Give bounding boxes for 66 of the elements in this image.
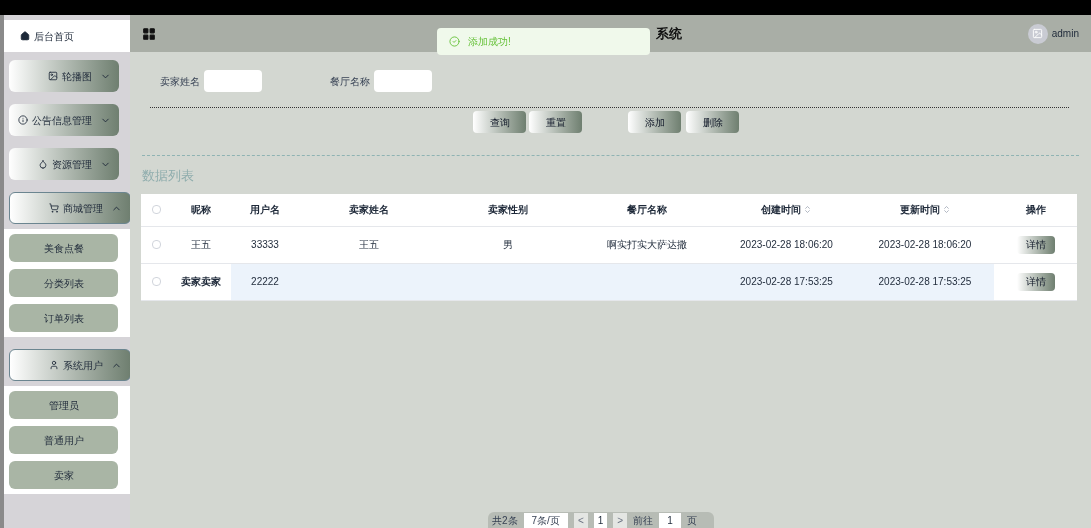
table-cell-text: 2023-02-28 18:06:20 <box>739 238 834 252</box>
action-button[interactable]: 添加 <box>628 111 681 133</box>
avatar-icon[interactable] <box>1027 23 1048 44</box>
search-button[interactable]: 查询 <box>473 111 526 133</box>
table-cell-text: 王五 <box>357 238 380 252</box>
submenu-item[interactable]: 订单列表 <box>9 304 118 332</box>
next-page-button[interactable]: > <box>613 512 628 528</box>
image-icon <box>48 71 58 81</box>
column-header[interactable]: 更新时间 <box>899 202 940 217</box>
sort-icon[interactable] <box>941 205 951 214</box>
column-header[interactable]: 创建时间 <box>761 202 801 217</box>
submenu-item[interactable]: 美食点餐 <box>9 234 118 262</box>
page-title: 系统 <box>656 24 682 43</box>
field-label: 卖家姓名 <box>160 74 200 89</box>
search-button[interactable]: 重置 <box>529 111 582 133</box>
total-count: 共2条 <box>492 513 518 528</box>
goto-field[interactable]: 1 <box>659 512 681 528</box>
detail-button[interactable]: 详情 <box>1016 235 1055 254</box>
menu-group[interactable]: 公告信息管理 <box>9 104 119 136</box>
detail-button[interactable]: 详情 <box>1016 272 1055 291</box>
prev-page-button[interactable]: < <box>573 512 588 528</box>
droplet-icon <box>38 159 48 169</box>
select-all-checkbox[interactable] <box>151 205 161 214</box>
field-label: 餐厅名称 <box>330 74 370 89</box>
table-cell-text: 啊实打实大萨达撒 <box>606 238 688 252</box>
success-icon <box>449 36 460 47</box>
search-field[interactable] <box>374 70 432 92</box>
table-cell-text: 男 <box>501 238 514 252</box>
section-title: 数据列表 <box>142 167 195 185</box>
table-cell-text: 33333 <box>250 238 280 252</box>
table-cell: 2023-02-28 17:53:25 <box>856 263 994 300</box>
grid-menu-icon[interactable] <box>142 26 156 41</box>
submenu-item[interactable]: 卖家 <box>9 461 118 489</box>
home-icon <box>20 31 30 41</box>
page-number[interactable]: 1 <box>593 512 608 528</box>
column-header: 卖家姓名 <box>348 203 389 217</box>
person-icon <box>49 360 59 370</box>
submenu-item[interactable]: 管理员 <box>9 391 118 419</box>
column-header: 用户名 <box>250 203 280 217</box>
user-name: admin <box>1051 27 1079 41</box>
goto-label: 前往 <box>633 513 654 528</box>
menu-group[interactable]: 轮播图 <box>9 60 119 92</box>
column-header: 卖家性别 <box>487 203 528 217</box>
page-size-select[interactable]: 7条/页 <box>523 512 568 528</box>
sort-icon[interactable] <box>803 205 812 214</box>
page-unit: 页 <box>686 513 697 528</box>
row-checkbox[interactable] <box>151 240 161 249</box>
table-cell: 2023-02-28 17:53:25 <box>717 263 856 300</box>
column-header: 餐厅名称 <box>627 203 667 217</box>
table-cell-text: 2023-02-28 18:06:20 <box>877 238 973 252</box>
column-header: 昵称 <box>191 203 211 217</box>
toast-message: 添加成功! <box>468 35 511 49</box>
submenu-item[interactable]: 普通用户 <box>9 426 118 454</box>
search-field[interactable] <box>204 70 262 92</box>
menu-group[interactable]: 商城管理 <box>9 192 131 224</box>
submenu-item[interactable]: 分类列表 <box>9 269 118 297</box>
action-button[interactable]: 删除 <box>686 111 739 133</box>
menu-group[interactable]: 系统用户 <box>9 349 131 381</box>
table-cell: 22222 <box>231 263 299 300</box>
column-header: 操作 <box>1025 203 1046 217</box>
info-icon <box>18 115 28 125</box>
cart-icon <box>49 203 59 213</box>
table-cell-text: 王五 <box>190 238 212 252</box>
table-cell-text: 卖家卖家 <box>180 275 222 289</box>
menu-group[interactable]: 资源管理 <box>9 148 119 180</box>
row-checkbox[interactable] <box>151 277 161 286</box>
